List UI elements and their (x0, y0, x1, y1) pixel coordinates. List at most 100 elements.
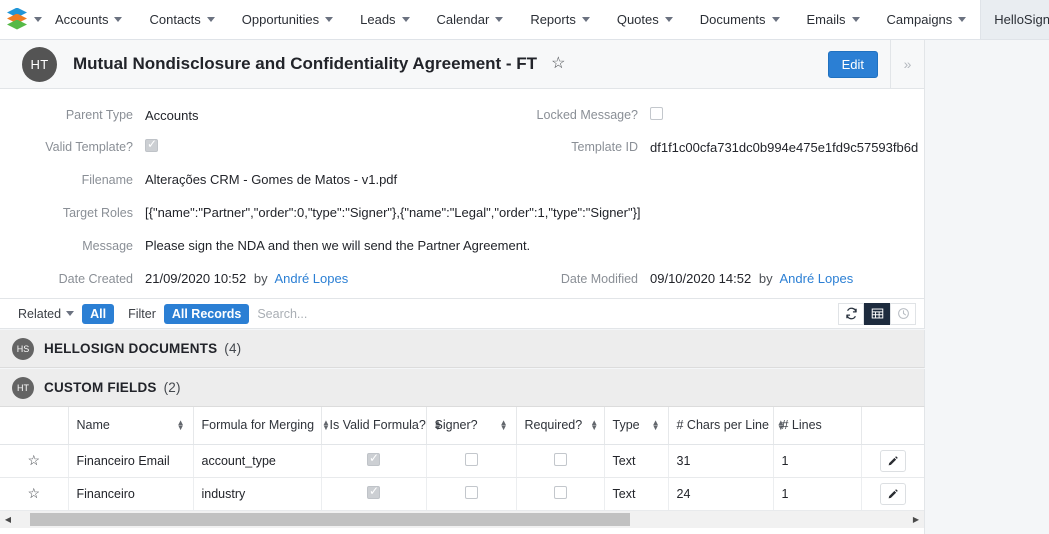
pencil-icon[interactable] (880, 482, 906, 505)
section-title: CUSTOM FIELDS (44, 380, 157, 395)
record-detail-panel: Parent Type Accounts Locked Message? Val… (0, 89, 925, 299)
valid-template-label: Valid Template? (45, 140, 133, 154)
grid-view-icon[interactable] (864, 302, 890, 325)
sort-arrows-icon: ▲ ▼ (176, 418, 185, 433)
record-header: HT Mutual Nondisclosure and Confidential… (0, 40, 925, 89)
nav-item-emails[interactable]: Emails (794, 0, 874, 39)
date-created-value: 21/09/2020 10:52 (145, 271, 247, 286)
nav-item-label: Opportunities (241, 12, 320, 27)
nav-item-leads[interactable]: Leads (347, 0, 423, 39)
col-header-lines[interactable]: # Lines (773, 407, 862, 445)
parent-type-value: Accounts (145, 107, 199, 123)
section-custom-fields[interactable]: HT CUSTOM FIELDS (2) (0, 369, 925, 407)
nav-item-accounts[interactable]: Accounts (42, 0, 136, 39)
clock-icon[interactable] (890, 302, 916, 325)
section-hellosign-documents[interactable]: HS HELLOSIGN DOCUMENTS (4) (0, 330, 925, 368)
row-favorite-cell[interactable]: ☆ (0, 477, 69, 511)
favorite-star-icon[interactable]: ☆ (551, 56, 565, 72)
col-header-chars-per-line[interactable]: # Chars per Line ▲ ▼ (668, 407, 785, 445)
refresh-icon[interactable] (838, 302, 864, 325)
double-chevron-right-icon[interactable]: » (890, 40, 924, 88)
nav-item-quotes[interactable]: Quotes (604, 0, 687, 39)
detail-row-message: Message Please sign the NDA and then we … (0, 229, 924, 262)
col-header-formula[interactable]: Formula for Merging ▲ ▼ (193, 407, 330, 445)
all-records-button[interactable]: All Records (163, 303, 250, 324)
chevron-down-icon (495, 17, 504, 22)
related-dropdown-button[interactable]: Related (10, 303, 83, 324)
chevron-down-icon (401, 17, 410, 22)
col-header-is-valid-formula[interactable]: Is Valid Formula? ▲ ▼ (321, 407, 442, 445)
cell-type: Text (604, 477, 669, 511)
is-valid-formula-checkbox[interactable] (367, 484, 380, 499)
star-outline-icon[interactable]: ☆ (27, 452, 40, 468)
row-favorite-cell[interactable]: ☆ (0, 444, 69, 478)
top-navigation-bar: Accounts Contacts Opportunities Leads Ca… (0, 0, 1049, 40)
triangle-left-icon[interactable]: ◀ (0, 511, 16, 528)
template-id-label: Template ID (571, 140, 638, 154)
date-modified-by-label: by (758, 271, 773, 286)
scrollbar-track[interactable] (16, 511, 908, 528)
chevron-down-icon (771, 17, 780, 22)
is-valid-formula-checkbox[interactable] (367, 451, 380, 466)
section-count: (2) (163, 380, 181, 395)
nav-item-label: HelloSign Templates (994, 12, 1049, 27)
date-created-by-label: by (253, 271, 268, 286)
nav-item-documents[interactable]: Documents (687, 0, 794, 39)
detail-row-valid-template: Valid Template? Template ID df1f1c00cfa7… (0, 131, 924, 163)
col-header-required[interactable]: Required? ▲ ▼ (516, 407, 605, 445)
date-modified-user-link[interactable]: André Lopes (779, 271, 853, 286)
table-row[interactable]: ☆ Financeiro Email account_type Text 31 … (0, 444, 924, 478)
locked-message-checkbox[interactable] (650, 107, 663, 120)
edit-button[interactable]: Edit (827, 50, 878, 78)
nav-item-label: Leads (360, 12, 396, 27)
required-checkbox[interactable] (553, 485, 567, 499)
search-input[interactable] (255, 303, 830, 324)
pencil-icon[interactable] (880, 449, 906, 472)
nav-item-label: Documents (699, 12, 766, 27)
signer-checkbox[interactable] (464, 452, 478, 466)
cell-actions (861, 444, 924, 478)
custom-fields-table: Name ▲ ▼ Formula for Merging ▲ ▼ Is Valid … (0, 407, 924, 511)
sort-arrows-icon: ▲ ▼ (499, 418, 508, 433)
page-title: Mutual Nondisclosure and Confidentiality… (73, 54, 538, 73)
cell-signer (426, 477, 517, 511)
scrollbar-thumb[interactable] (30, 513, 630, 526)
custom-fields-table-container: Name ▲ ▼ Formula for Merging ▲ ▼ Is Valid … (0, 407, 925, 511)
detail-row-target-roles: Target Roles [{"name":"Partner","order":… (0, 196, 924, 229)
locked-message-label: Locked Message? (536, 108, 638, 122)
all-toggle-button[interactable]: All (82, 303, 115, 324)
caret-down-icon (66, 311, 75, 316)
col-header-signer[interactable]: Signer? ▲ ▼ (426, 407, 517, 445)
right-gutter (926, 40, 1049, 534)
nav-item-opportunities[interactable]: Opportunities (229, 0, 347, 39)
cell-chars-per-line: 31 (668, 444, 774, 478)
star-outline-icon[interactable]: ☆ (27, 485, 40, 501)
horizontal-scrollbar[interactable]: ◀ ▶ (0, 511, 925, 528)
nav-item-campaigns[interactable]: Campaigns (874, 0, 981, 39)
related-label: Related (18, 306, 62, 321)
nav-item-hellosign-templates[interactable]: HelloSign Templates (980, 0, 1049, 39)
cell-required (516, 444, 605, 478)
nav-item-reports[interactable]: Reports (517, 0, 604, 39)
nav-item-contacts[interactable]: Contacts (136, 0, 228, 39)
signer-checkbox[interactable] (464, 485, 478, 499)
filter-button[interactable]: Filter (120, 303, 164, 324)
col-header-type[interactable]: Type ▲ ▼ (604, 407, 669, 445)
cell-name: Financeiro Email (68, 444, 194, 478)
template-id-value: df1f1c00cfa731dc0b994e475e1fd9c57593fb6d (650, 139, 919, 155)
date-created-user-link[interactable]: André Lopes (274, 271, 348, 286)
valid-template-checkbox[interactable] (145, 137, 158, 152)
col-header-name[interactable]: Name ▲ ▼ (68, 407, 194, 445)
parent-type-label: Parent Type (65, 108, 133, 122)
chevron-down-icon (851, 17, 860, 22)
nav-item-label: Campaigns (886, 12, 953, 27)
table-row[interactable]: ☆ Financeiro industry Text 24 1 (0, 477, 924, 511)
message-label: Message (82, 238, 133, 253)
cell-signer (426, 444, 517, 478)
required-checkbox[interactable] (553, 452, 567, 466)
suitecrm-layers-logo (6, 7, 28, 32)
triangle-right-icon[interactable]: ▶ (908, 511, 924, 528)
nav-item-calendar[interactable]: Calendar (424, 0, 518, 39)
app-logo-button[interactable] (0, 0, 42, 39)
chevron-down-icon (34, 17, 42, 22)
